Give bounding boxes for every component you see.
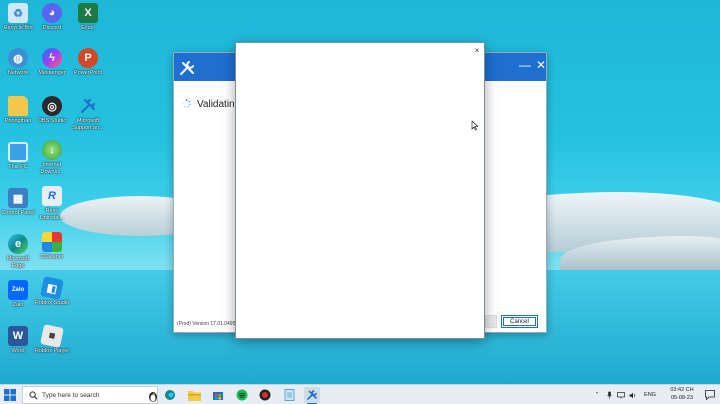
obs-icon: ◎: [42, 96, 62, 116]
messenger-icon: ϟ: [42, 48, 62, 68]
desktop-icon-revo-uninstaller[interactable]: R Revo Uninstal...: [34, 186, 70, 221]
version-label: (Prod) Version 17.01.0495.00: [177, 321, 243, 327]
loading-spinner-icon: [182, 99, 191, 108]
close-icon[interactable]: ×: [472, 46, 482, 56]
taskbar-microsoft-support[interactable]: [304, 387, 320, 404]
cancel-button[interactable]: Cancel: [501, 315, 538, 328]
powerpoint-icon: P: [78, 48, 98, 68]
control-panel-icon: ▦: [8, 188, 28, 208]
discord-icon: ◕: [42, 3, 62, 23]
desktop-icon-discord[interactable]: ◕ Discord: [34, 3, 70, 32]
network-icon: ◍: [8, 48, 28, 68]
taskbar-file-explorer[interactable]: [186, 387, 202, 403]
tray-language[interactable]: ENG: [640, 385, 660, 404]
desktop-icon-obs-studio[interactable]: ◎ OBS Studio: [34, 96, 70, 125]
search-icon: [29, 391, 38, 400]
desktop-icon-roblox-studio[interactable]: ◧ Roblox Studio: [34, 276, 70, 307]
roblox-player-icon: ■: [40, 324, 64, 348]
folder-icon: [8, 96, 28, 116]
taskbar-app-red[interactable]: [257, 387, 273, 403]
store-icon: [213, 392, 223, 400]
tray-network-icon[interactable]: [616, 385, 626, 404]
app-icon: [259, 389, 271, 401]
roblox-studio-icon: ◧: [40, 276, 64, 300]
folder-icon: [187, 390, 201, 401]
desktop-icon-zalo[interactable]: Zalo Zalo: [0, 280, 36, 309]
desktop-icon-control-panel[interactable]: ▦ Control Panel: [0, 188, 36, 217]
search-placeholder: Type here to search: [42, 392, 100, 399]
revo-icon: R: [42, 186, 62, 206]
desktop-icon-powerpoint[interactable]: P PowerPoint: [70, 48, 106, 77]
clock-time: 03:42 CH: [670, 387, 694, 393]
desktop-icon-messenger[interactable]: ϟ Messenger: [34, 48, 70, 77]
recycle-bin-icon: ♻: [8, 3, 28, 23]
taskbar-notepad[interactable]: [281, 387, 297, 403]
tray-show-hidden-icon[interactable]: ⌃: [592, 385, 602, 404]
desktop-icon-phongthan[interactable]: Phongthan: [0, 96, 36, 125]
disabled-button: [485, 315, 497, 328]
search-highlight-bird-icon: [149, 392, 157, 402]
taskbar-search-box[interactable]: Type here to search: [22, 386, 158, 404]
desktop-icon-excel[interactable]: X Excel: [70, 3, 106, 32]
clock-date: 05-08-23: [670, 394, 694, 401]
notepad-icon: [284, 389, 294, 401]
wrench-screwdriver-icon: [178, 59, 196, 77]
spotify-icon: [236, 389, 248, 401]
taskbar-edge[interactable]: [162, 387, 178, 403]
edge-icon: e: [8, 234, 28, 254]
wrench-screwdriver-icon: [307, 390, 317, 400]
excel-icon: X: [78, 3, 98, 23]
desktop-icon-ccleaner[interactable]: CCleaner: [34, 232, 70, 261]
tray-microphone-icon[interactable]: [604, 385, 614, 404]
word-icon: W: [8, 326, 28, 346]
taskbar: Type here to search ⌃ ENG 03:42 CH 05-08…: [0, 384, 720, 404]
this-pc-icon: [8, 142, 28, 162]
status-text: Validating: [197, 99, 241, 110]
mouse-cursor-icon: [471, 121, 479, 131]
taskbar-spotify[interactable]: [234, 387, 250, 403]
desktop-icon-network[interactable]: ◍ Network: [0, 48, 36, 77]
desktop-icon-microsoft-support[interactable]: Microsoft Support an...: [70, 96, 106, 131]
ms-support-icon: [78, 96, 98, 116]
ccleaner-icon: [42, 232, 62, 252]
windows-start-icon[interactable]: [4, 389, 16, 401]
idm-icon: ↓: [42, 140, 62, 160]
notification-icon[interactable]: [704, 389, 716, 401]
desktop-icon-recycle-bin[interactable]: ♻ Recycle Bin: [0, 3, 36, 32]
desktop-icon-word[interactable]: W Word: [0, 326, 36, 355]
tray-volume-icon[interactable]: [628, 385, 638, 404]
desktop-icon-roblox-player[interactable]: ■ Roblox Player: [34, 324, 70, 355]
zalo-icon: Zalo: [8, 280, 28, 300]
taskbar-clock[interactable]: 03:42 CH 05-08-23: [664, 387, 700, 402]
edge-icon: [165, 390, 175, 400]
desktop-icon-microsoft-edge[interactable]: e Microsoft Edge: [0, 234, 36, 269]
taskbar-store[interactable]: [210, 387, 226, 403]
desktop-icon-internet-download-manager[interactable]: ↓ Internet Downlo...: [34, 140, 70, 175]
minimize-button[interactable]: —: [518, 58, 532, 72]
blank-popup-dialog: ×: [235, 42, 485, 339]
close-button[interactable]: ✕: [534, 58, 548, 72]
desktop-icon-this-pc[interactable]: This PC: [0, 142, 36, 171]
